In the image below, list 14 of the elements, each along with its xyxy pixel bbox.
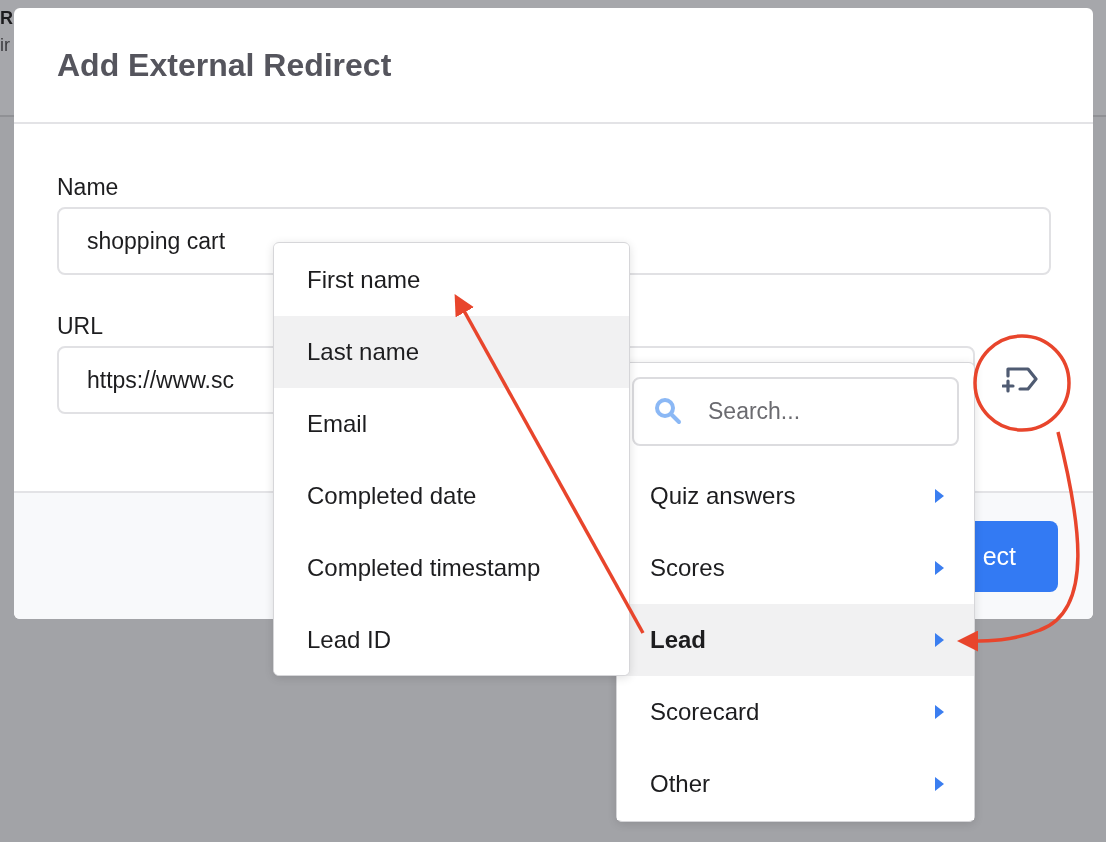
menu-item[interactable]: Completed timestamp	[274, 532, 629, 604]
menu-item[interactable]: Scorecard	[617, 676, 974, 748]
dialog-title: Add External Redirect	[57, 46, 392, 84]
menu-item[interactable]: Email	[274, 388, 629, 460]
page-subtitle: ir	[0, 35, 10, 56]
menu-item[interactable]: First name	[274, 244, 629, 316]
menu-item[interactable]: Lead ID	[274, 604, 629, 675]
menu-item[interactable]: Last name	[274, 316, 629, 388]
page-title: R	[0, 8, 13, 29]
menu-item[interactable]: Completed date	[274, 460, 629, 532]
menu-item[interactable]: Other	[617, 748, 974, 820]
field-label: Name	[57, 174, 119, 201]
field-label: URL	[57, 313, 103, 340]
search-field[interactable]: Search...	[632, 377, 959, 446]
